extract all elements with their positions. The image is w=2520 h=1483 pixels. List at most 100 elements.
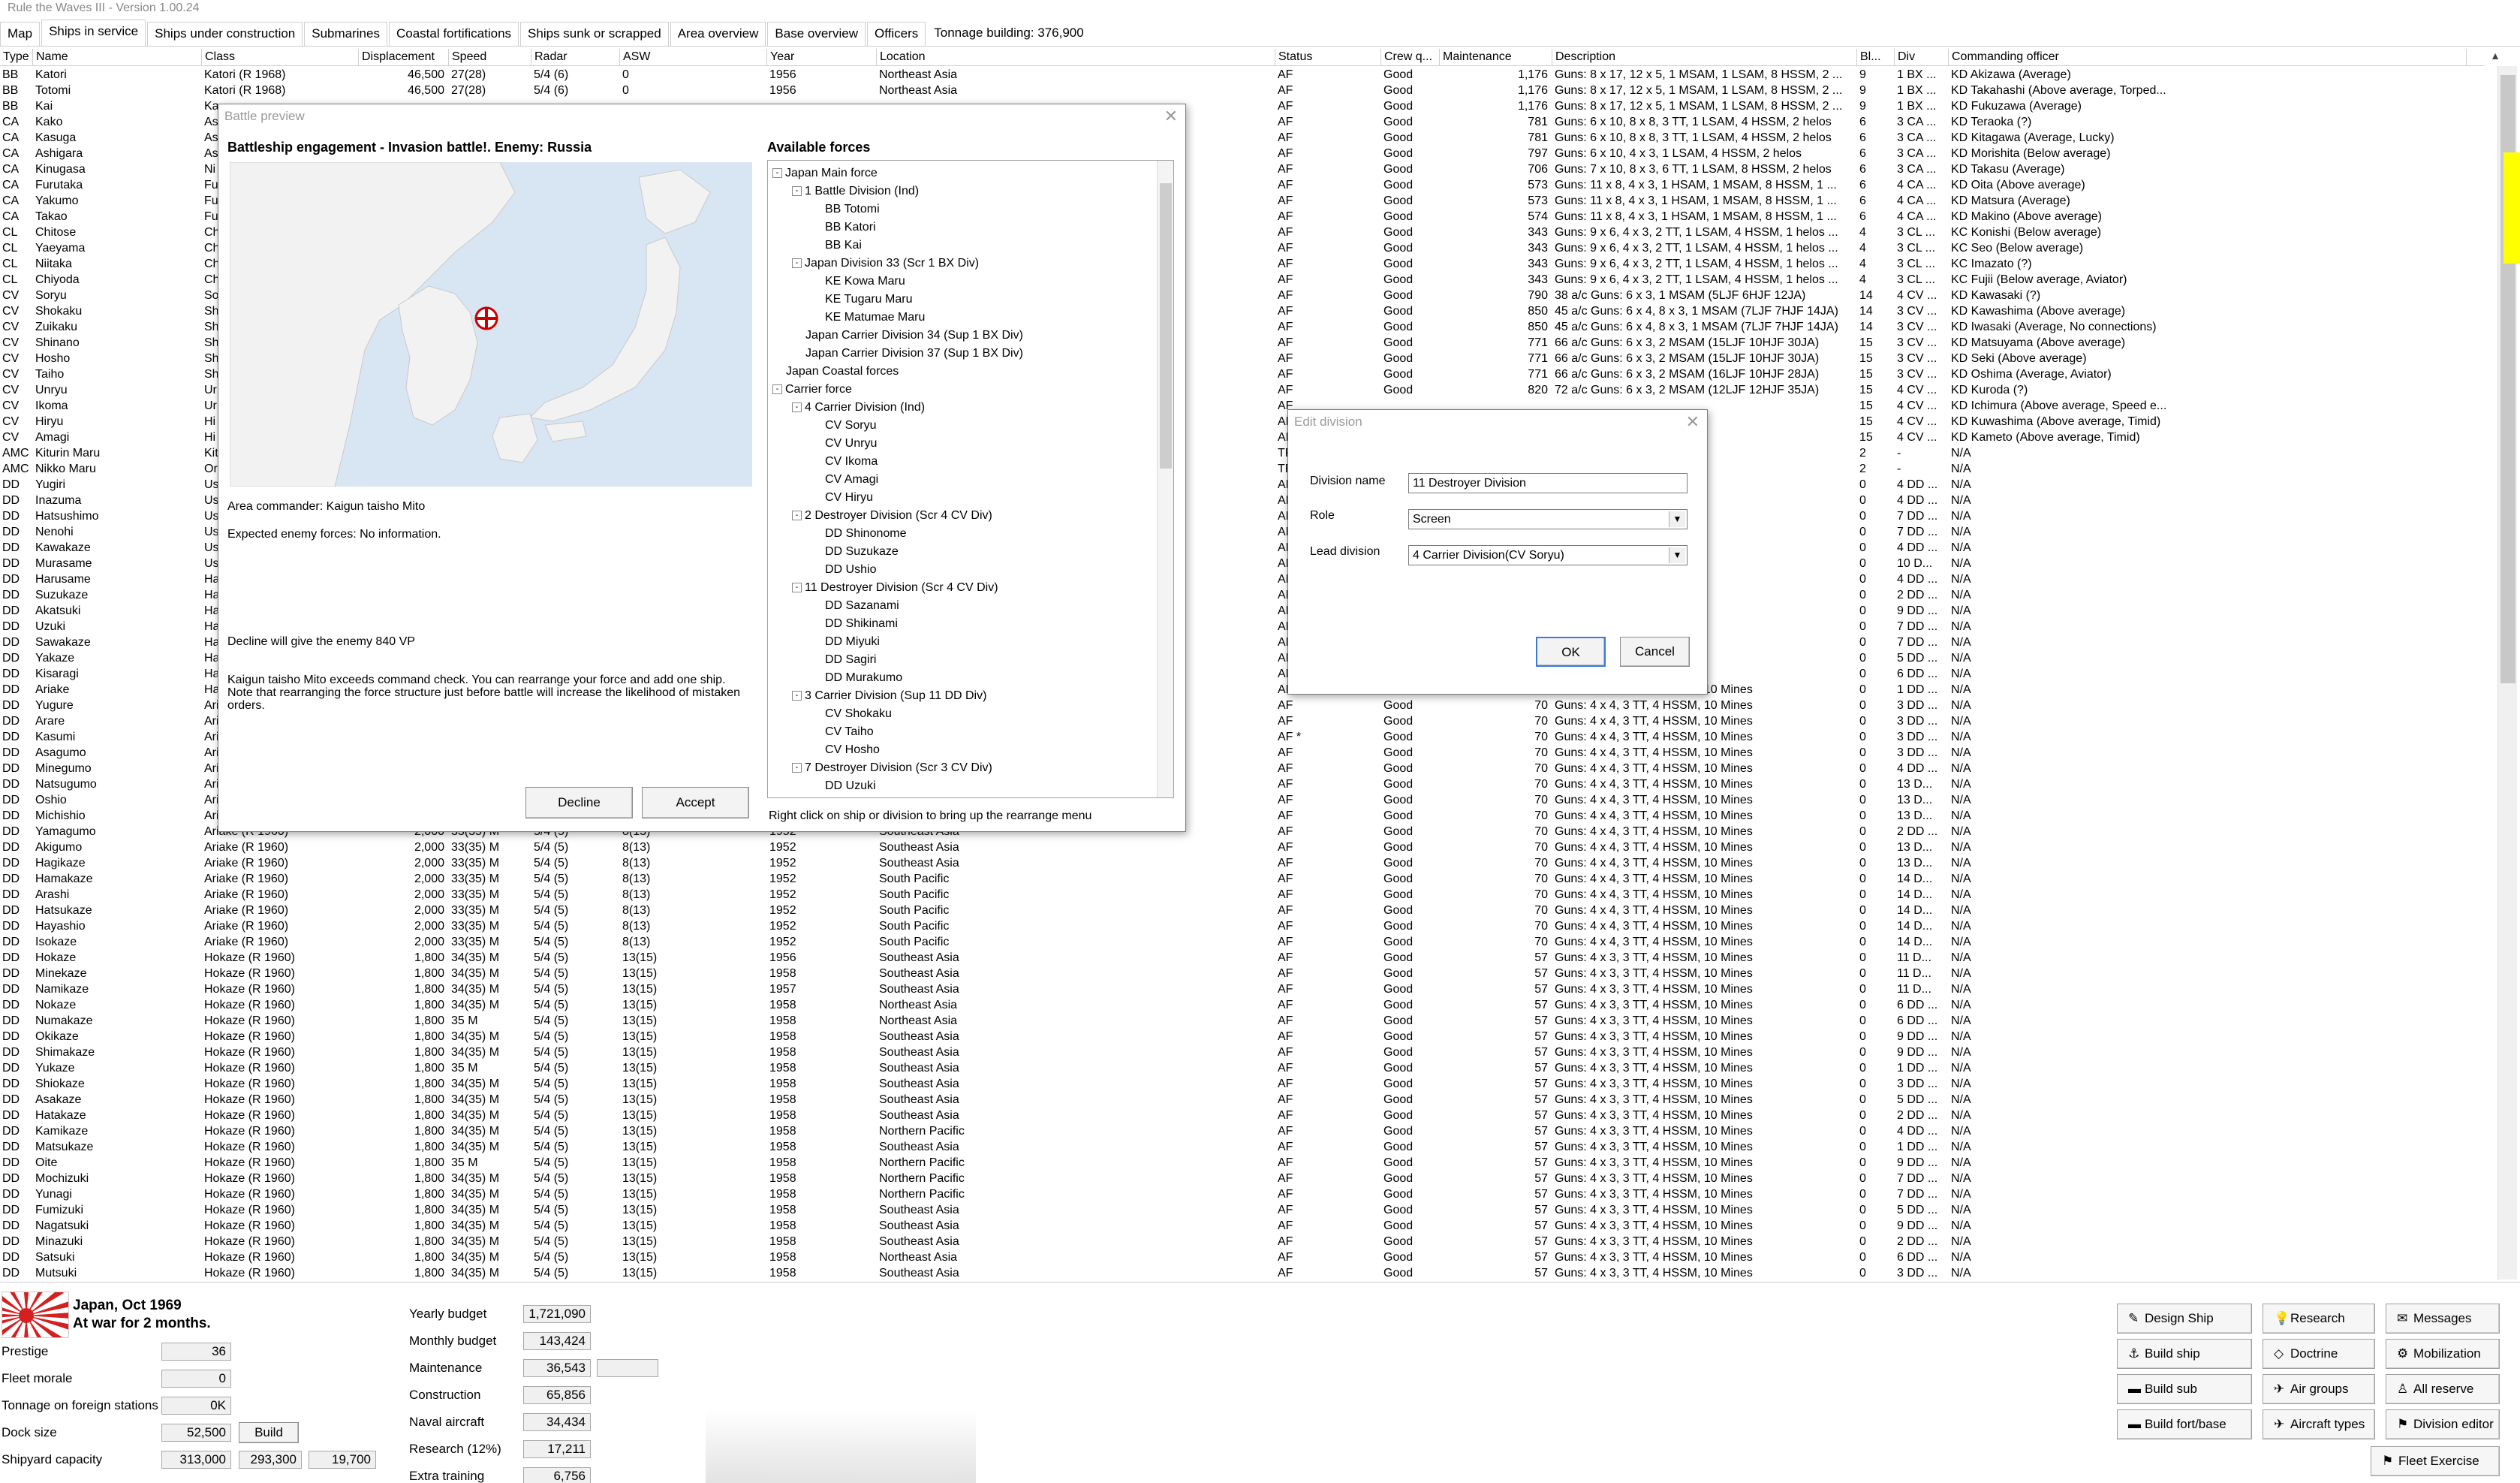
column-header-maintenance[interactable]: Maintenance — [1440, 49, 1552, 66]
column-header-displacement[interactable]: Displacement — [359, 49, 449, 66]
tree-ship[interactable]: BB Kai — [825, 237, 862, 254]
table-row[interactable]: BB Katori Katori (R 1968) 46,500 27(28) 5/4 (… — [0, 67, 2485, 83]
build-fort-button[interactable]: ▬ Build fort/base — [2117, 1409, 2252, 1439]
table-row[interactable]: DD Isokaze Ariake (R 1960) 2,000 33(35) M 5/4… — [0, 934, 2485, 950]
collapse-icon[interactable]: - — [772, 384, 782, 395]
chevron-down-icon[interactable]: ▼ — [1669, 511, 1685, 527]
tab-coastal-fortifications[interactable]: Coastal fortifications — [388, 22, 519, 46]
tree-division[interactable]: -3 Carrier Division (Sup 11 DD Div) — [792, 688, 986, 704]
tab-submarines[interactable]: Submarines — [304, 22, 387, 46]
tab-map[interactable]: Map — [0, 22, 41, 46]
table-row[interactable]: DD Kamikaze Hokaze (R 1960) 1,800 34(35) M 5/… — [0, 1123, 2485, 1139]
tree-ship[interactable]: DD Sagiri — [825, 652, 876, 668]
tree-division[interactable]: -1 Battle Division (Ind) — [792, 183, 919, 200]
research-button[interactable]: 💡Research — [2263, 1304, 2375, 1334]
column-header-asw[interactable]: ASW — [620, 49, 767, 66]
tree-ship[interactable]: DD Ushio — [825, 562, 876, 578]
collapse-icon[interactable]: - — [792, 402, 802, 413]
tree-ship[interactable]: CV Hosho — [825, 742, 880, 758]
decline-button[interactable]: Decline — [525, 787, 633, 818]
tree-ship[interactable]: CV Soryu — [825, 417, 876, 434]
table-row[interactable]: DD Hatakaze Hokaze (R 1960) 1,800 34(35) M 5/… — [0, 1108, 2485, 1123]
tab-area-overview[interactable]: Area overview — [670, 22, 766, 46]
design-ship-button[interactable]: ✎ Design Ship — [2117, 1304, 2252, 1334]
accept-button[interactable]: Accept — [642, 787, 749, 818]
collapse-icon[interactable]: - — [792, 583, 802, 593]
table-row[interactable]: BB Totomi Katori (R 1968) 46,500 27(28) 5/4 (… — [0, 83, 2485, 98]
table-row[interactable]: DD Nokaze Hokaze (R 1960) 1,800 34(35) M 5/4 … — [0, 997, 2485, 1013]
column-header-class[interactable]: Class — [202, 49, 359, 66]
table-row[interactable]: DD Mochizuki Hokaze (R 1960) 1,800 34(35) M 5… — [0, 1171, 2485, 1186]
fleet-exercise-button[interactable]: ⚑ Fleet Exercise — [2371, 1446, 2500, 1476]
table-row[interactable]: DD Mutsuki Hokaze (R 1960) 1,800 34(35) M 5/4… — [0, 1265, 2485, 1280]
build-dock-button[interactable]: Build — [239, 1422, 299, 1443]
role-select[interactable]: Screen ▼ — [1408, 509, 1688, 529]
air-groups-button[interactable]: ✈ Air groups — [2263, 1374, 2375, 1404]
table-row[interactable]: DD Matsukaze Hokaze (R 1960) 1,800 34(35) M 5… — [0, 1139, 2485, 1155]
table-row[interactable]: DD Satsuki Hokaze (R 1960) 1,800 34(35) M 5/4… — [0, 1249, 2485, 1265]
messages-button[interactable]: ✉ Messages — [2386, 1304, 2500, 1334]
chevron-down-icon[interactable]: ▼ — [1669, 547, 1685, 563]
tree-ship[interactable]: CV Ikoma — [825, 454, 878, 470]
table-row[interactable]: DD Akigumo Ariake (R 1960) 2,000 33(35) M 5/4… — [0, 839, 2485, 855]
division-name-input[interactable]: 11 Destroyer Division — [1408, 473, 1688, 493]
table-row[interactable]: DD Minazuki Hokaze (R 1960) 1,800 34(35) M 5/… — [0, 1234, 2485, 1249]
tree-ship[interactable]: CV Taiho — [825, 724, 874, 740]
column-header-commanding-officer[interactable]: Commanding officer — [1949, 49, 2467, 66]
table-row[interactable]: DD Yunagi Hokaze (R 1960) 1,800 34(35) M 5/4 … — [0, 1186, 2485, 1202]
mobilization-button[interactable]: ⚙ Mobilization — [2386, 1339, 2500, 1369]
tree-division[interactable]: Japan Carrier Division 37 (Sup 1 BX Div) — [805, 345, 1023, 362]
column-header-location[interactable]: Location — [877, 49, 1275, 66]
column-header-radar[interactable]: Radar — [531, 49, 620, 66]
table-row[interactable]: DD Shimakaze Hokaze (R 1960) 1,800 34(35) M 5… — [0, 1044, 2485, 1060]
tree-scrollbar[interactable] — [1157, 161, 1173, 797]
table-row[interactable]: DD Hagikaze Ariake (R 1960) 2,000 33(35) M 5/… — [0, 855, 2485, 871]
cancel-button[interactable]: Cancel — [1620, 637, 1690, 667]
tab-ships-in-service[interactable]: Ships in service — [41, 20, 146, 46]
tree-ship[interactable]: KE Tugaru Maru — [825, 291, 913, 308]
collapse-icon[interactable]: - — [792, 186, 802, 197]
table-row[interactable]: DD Hokaze Hokaze (R 1960) 1,800 34(35) M 5/4 … — [0, 950, 2485, 966]
table-row[interactable]: DD Fumizuki Hokaze (R 1960) 1,800 34(35) M 5/… — [0, 1202, 2485, 1218]
table-row[interactable]: DD Shiokaze Hokaze (R 1960) 1,800 34(35) M 5/… — [0, 1076, 2485, 1092]
collapse-icon[interactable]: - — [792, 691, 802, 701]
collapse-icon[interactable]: - — [792, 511, 802, 521]
aircraft-types-button[interactable]: ✈ Aircraft types — [2263, 1409, 2375, 1439]
tree-ship[interactable]: KE Matumae Maru — [825, 309, 925, 326]
tree-ship[interactable]: DD Murakumo — [825, 670, 902, 686]
division-editor-button[interactable]: ⚑ Division editor — [2386, 1409, 2500, 1439]
column-header-bl[interactable]: Bl... — [1857, 49, 1895, 66]
table-row[interactable]: DD Okikaze Hokaze (R 1960) 1,800 34(35) M 5/4… — [0, 1029, 2485, 1044]
column-header-div[interactable]: Div — [1895, 49, 1949, 66]
column-header-name[interactable]: Name — [33, 49, 202, 66]
lead-division-select[interactable]: 4 Carrier Division(CV Soryu) ▼ — [1408, 545, 1688, 565]
tree-division[interactable]: -7 Destroyer Division (Scr 3 CV Div) — [792, 760, 992, 776]
column-header-description[interactable]: Description — [1552, 49, 1857, 66]
table-row[interactable]: DD Yukaze Hokaze (R 1960) 1,800 35 M 5/4 (5) 1… — [0, 1060, 2485, 1076]
column-header-status[interactable]: Status — [1275, 49, 1381, 66]
column-header-crew-q[interactable]: Crew q... — [1381, 49, 1440, 66]
tree-ship[interactable]: DD Sazanami — [825, 598, 899, 614]
tree-ship[interactable]: DD Miyuki — [825, 634, 880, 650]
tree-ship[interactable]: CV Amagi — [825, 472, 878, 488]
table-row[interactable]: DD Hamakaze Ariake (R 1960) 2,000 33(35) M 5/… — [0, 871, 2485, 887]
tree-ship[interactable]: CV Unryu — [825, 436, 877, 452]
tree-division[interactable]: Japan Coastal forces — [786, 363, 899, 380]
table-row[interactable]: DD Numakaze Hokaze (R 1960) 1,800 35 M 5/4 (5… — [0, 1013, 2485, 1029]
column-header-year[interactable]: Year — [767, 49, 877, 66]
tab-ships-under-construction[interactable]: Ships under construction — [147, 22, 303, 46]
tree-ship[interactable]: DD Shikinami — [825, 616, 898, 632]
column-header-speed[interactable]: Speed — [449, 49, 531, 66]
tree-ship[interactable]: CV Shokaku — [825, 706, 892, 722]
tab-base-overview[interactable]: Base overview — [767, 22, 866, 46]
table-row[interactable]: DD Arashi Ariake (R 1960) 2,000 33(35) M 5/4 … — [0, 887, 2485, 903]
table-row[interactable]: DD Hatsukaze Ariake (R 1960) 2,000 33(35) M 5… — [0, 903, 2485, 918]
table-row[interactable]: DD Namikaze Hokaze (R 1960) 1,800 34(35) M 5/… — [0, 981, 2485, 997]
close-icon[interactable]: ✕ — [1686, 410, 1700, 434]
tree-ship[interactable]: BB Totomi — [825, 201, 880, 218]
tree-ship[interactable]: CV Hiryu — [825, 490, 873, 506]
tree-division[interactable]: - Japan Main force — [772, 165, 878, 182]
table-row[interactable]: DD Asakaze Hokaze (R 1960) 1,800 34(35) M 5/4… — [0, 1092, 2485, 1108]
tab-ships-sunk-or-scrapped[interactable]: Ships sunk or scrapped — [520, 22, 669, 46]
doctrine-button[interactable]: ◇ Doctrine — [2263, 1339, 2375, 1369]
